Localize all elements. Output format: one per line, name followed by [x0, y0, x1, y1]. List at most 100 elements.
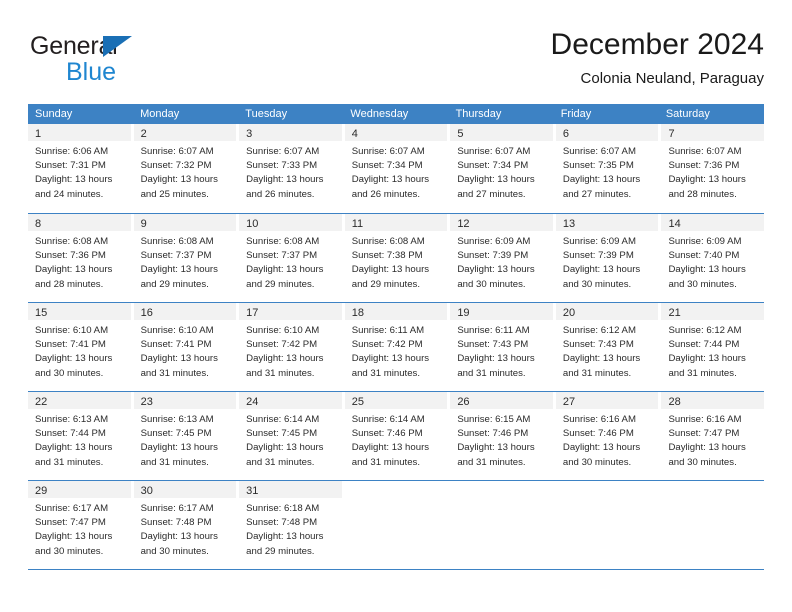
daylight-text-line1: Daylight: 13 hours — [246, 174, 324, 186]
day-cell[interactable]: 1 Sunrise: 6:06 AM Sunset: 7:31 PM Daylight… — [28, 124, 134, 213]
day-cell[interactable]: 16 Sunrise: 6:10 AM Sunset: 7:41 PM Dayligh… — [133, 303, 240, 391]
day-number: 8 — [35, 218, 42, 230]
sunset-text: Sunset: 7:38 PM — [351, 250, 423, 262]
day-cell[interactable]: 17 Sunrise: 6:10 AM Sunset: 7:42 PM Dayligh… — [239, 303, 345, 391]
day-cell[interactable]: 25 Sunrise: 6:14 AM Sunset: 7:46 PM Dayligh… — [344, 392, 451, 480]
day-cell[interactable]: 14 Sunrise: 6:09 AM Sunset: 7:40 PM Dayligh… — [661, 214, 765, 302]
sunset-text: Sunset: 7:34 PM — [351, 160, 423, 172]
daylight-text-line1: Daylight: 13 hours — [140, 531, 218, 543]
daylight-text-line1: Daylight: 13 hours — [35, 531, 113, 543]
day-cell[interactable]: 10 Sunrise: 6:08 AM Sunset: 7:37 PM Dayligh… — [239, 214, 345, 302]
day-cell[interactable]: 6 Sunrise: 6:07 AM Sunset: 7:35 PM Daylight… — [555, 124, 662, 213]
day-details: Sunrise: 6:07 AM Sunset: 7:33 PM Daylight:… — [239, 141, 342, 202]
day-details: Sunrise: 6:10 AM Sunset: 7:41 PM Daylight:… — [133, 320, 237, 381]
day-details: Sunrise: 6:13 AM Sunset: 7:44 PM Daylight:… — [28, 409, 131, 470]
day-number-strip: 25 — [344, 392, 448, 409]
day-cell[interactable]: 31 Sunrise: 6:18 AM Sunset: 7:48 PM Dayligh… — [239, 481, 345, 569]
sunset-text: Sunset: 7:41 PM — [140, 339, 212, 351]
day-details — [661, 498, 765, 502]
day-cell[interactable]: 8 Sunrise: 6:08 AM Sunset: 7:36 PM Daylight… — [28, 214, 134, 302]
day-cell[interactable]: 18 Sunrise: 6:11 AM Sunset: 7:42 PM Dayligh… — [344, 303, 451, 391]
day-cell[interactable]: 27 Sunrise: 6:16 AM Sunset: 7:46 PM Dayligh… — [555, 392, 662, 480]
sunset-text: Sunset: 7:36 PM — [35, 250, 106, 262]
day-details: Sunrise: 6:10 AM Sunset: 7:42 PM Daylight:… — [239, 320, 342, 381]
day-number-strip: 13 — [555, 214, 659, 231]
day-cell[interactable]: 29 Sunrise: 6:17 AM Sunset: 7:47 PM Dayligh… — [28, 481, 134, 569]
sunset-text: Sunset: 7:35 PM — [562, 160, 634, 172]
day-cell[interactable]: 11 Sunrise: 6:08 AM Sunset: 7:38 PM Dayligh… — [344, 214, 451, 302]
daylight-text-line2: and 31 minutes. — [562, 367, 632, 379]
day-cell[interactable]: 19 Sunrise: 6:11 AM Sunset: 7:43 PM Dayligh… — [450, 303, 556, 391]
sunset-text: Sunset: 7:41 PM — [35, 339, 106, 351]
day-details: Sunrise: 6:11 AM Sunset: 7:43 PM Daylight:… — [450, 320, 553, 381]
day-cell[interactable]: 2 Sunrise: 6:07 AM Sunset: 7:32 PM Daylight… — [133, 124, 240, 213]
day-cell[interactable]: 15 Sunrise: 6:10 AM Sunset: 7:41 PM Dayligh… — [28, 303, 134, 391]
day-number-strip: 12 — [450, 214, 553, 231]
day-number-strip: 2 — [133, 124, 237, 141]
day-number: 2 — [140, 128, 147, 140]
day-cell[interactable]: 12 Sunrise: 6:09 AM Sunset: 7:39 PM Dayligh… — [450, 214, 556, 302]
daylight-text-line2: and 31 minutes. — [246, 456, 315, 468]
day-cell[interactable]: 24 Sunrise: 6:14 AM Sunset: 7:45 PM Dayligh… — [239, 392, 345, 480]
day-details: Sunrise: 6:16 AM Sunset: 7:47 PM Daylight:… — [661, 409, 765, 470]
sunrise-text: Sunrise: 6:08 AM — [246, 236, 320, 247]
daylight-text-line2: and 29 minutes. — [246, 278, 315, 290]
day-cell[interactable]: 4 Sunrise: 6:07 AM Sunset: 7:34 PM Daylight… — [344, 124, 451, 213]
daylight-text-line2: and 31 minutes. — [140, 367, 209, 379]
daylight-text-line1: Daylight: 13 hours — [351, 264, 430, 276]
calendar-week-row: 15 Sunrise: 6:10 AM Sunset: 7:41 PM Dayligh… — [28, 302, 765, 391]
daylight-text-line1: Daylight: 13 hours — [668, 264, 746, 276]
day-details: Sunrise: 6:07 AM Sunset: 7:34 PM Daylight:… — [450, 141, 553, 202]
day-number: 28 — [668, 396, 681, 408]
day-cell[interactable]: 30 Sunrise: 6:17 AM Sunset: 7:48 PM Dayligh… — [133, 481, 240, 569]
daylight-text-line2: and 30 minutes. — [140, 545, 209, 557]
calendar-week-row: 29 Sunrise: 6:17 AM Sunset: 7:47 PM Dayligh… — [28, 480, 765, 569]
day-details: Sunrise: 6:14 AM Sunset: 7:45 PM Daylight:… — [239, 409, 342, 470]
day-cell[interactable]: 23 Sunrise: 6:13 AM Sunset: 7:45 PM Dayligh… — [133, 392, 240, 480]
daylight-text-line1: Daylight: 13 hours — [562, 353, 641, 365]
day-cell[interactable]: 21 Sunrise: 6:12 AM Sunset: 7:44 PM Dayligh… — [661, 303, 765, 391]
daylight-text-line2: and 30 minutes. — [562, 278, 632, 290]
sunset-text: Sunset: 7:48 PM — [246, 517, 318, 529]
daylight-text-line1: Daylight: 13 hours — [668, 353, 746, 365]
logo-triangle-icon — [103, 36, 132, 57]
day-number-strip: 17 — [239, 303, 342, 320]
sunset-text: Sunset: 7:47 PM — [35, 517, 106, 529]
sunrise-text: Sunrise: 6:07 AM — [351, 146, 425, 157]
day-cell[interactable]: 26 Sunrise: 6:15 AM Sunset: 7:46 PM Dayligh… — [450, 392, 556, 480]
day-number: 27 — [562, 396, 576, 408]
day-number: 6 — [562, 128, 570, 140]
sunrise-text: Sunrise: 6:18 AM — [246, 503, 320, 514]
day-number-strip: 4 — [344, 124, 448, 141]
daylight-text-line1: Daylight: 13 hours — [457, 442, 535, 454]
day-cell[interactable]: 20 Sunrise: 6:12 AM Sunset: 7:43 PM Dayligh… — [555, 303, 662, 391]
day-cell[interactable]: 5 Sunrise: 6:07 AM Sunset: 7:34 PM Daylight… — [450, 124, 556, 213]
sunrise-text: Sunrise: 6:10 AM — [140, 325, 214, 336]
sunrise-text: Sunrise: 6:17 AM — [35, 503, 109, 514]
daylight-text-line2: and 26 minutes. — [351, 188, 421, 200]
grid-bottom-border — [28, 569, 764, 570]
sunrise-text: Sunrise: 6:14 AM — [246, 414, 320, 425]
sunrise-text: Sunrise: 6:10 AM — [35, 325, 109, 336]
day-cell[interactable]: 3 Sunrise: 6:07 AM Sunset: 7:33 PM Daylight… — [239, 124, 345, 213]
day-number-strip: 8 — [28, 214, 131, 231]
day-number-strip: 21 — [661, 303, 765, 320]
day-cell[interactable]: 7 Sunrise: 6:07 AM Sunset: 7:36 PM Daylight… — [661, 124, 765, 213]
day-cell[interactable]: 9 Sunrise: 6:08 AM Sunset: 7:37 PM Daylight… — [133, 214, 240, 302]
day-cell[interactable]: 13 Sunrise: 6:09 AM Sunset: 7:39 PM Dayligh… — [555, 214, 662, 302]
day-cell[interactable]: 22 Sunrise: 6:13 AM Sunset: 7:44 PM Dayligh… — [28, 392, 134, 480]
day-cell[interactable]: 28 Sunrise: 6:16 AM Sunset: 7:47 PM Dayligh… — [661, 392, 765, 480]
day-number: 3 — [246, 128, 253, 140]
day-details: Sunrise: 6:14 AM Sunset: 7:46 PM Daylight:… — [344, 409, 448, 470]
day-details: Sunrise: 6:06 AM Sunset: 7:31 PM Daylight:… — [28, 141, 131, 202]
day-details: Sunrise: 6:07 AM Sunset: 7:35 PM Daylight:… — [555, 141, 659, 202]
sunrise-text: Sunrise: 6:07 AM — [457, 146, 531, 157]
daylight-text-line1: Daylight: 13 hours — [562, 264, 641, 276]
sunrise-text: Sunrise: 6:07 AM — [668, 146, 742, 157]
day-number: 20 — [562, 307, 576, 319]
day-details: Sunrise: 6:12 AM Sunset: 7:44 PM Daylight:… — [661, 320, 765, 381]
sunset-text: Sunset: 7:46 PM — [457, 428, 529, 440]
day-details: Sunrise: 6:12 AM Sunset: 7:43 PM Daylight:… — [555, 320, 659, 381]
day-number-strip — [450, 481, 553, 498]
daylight-text-line2: and 31 minutes. — [457, 367, 526, 379]
